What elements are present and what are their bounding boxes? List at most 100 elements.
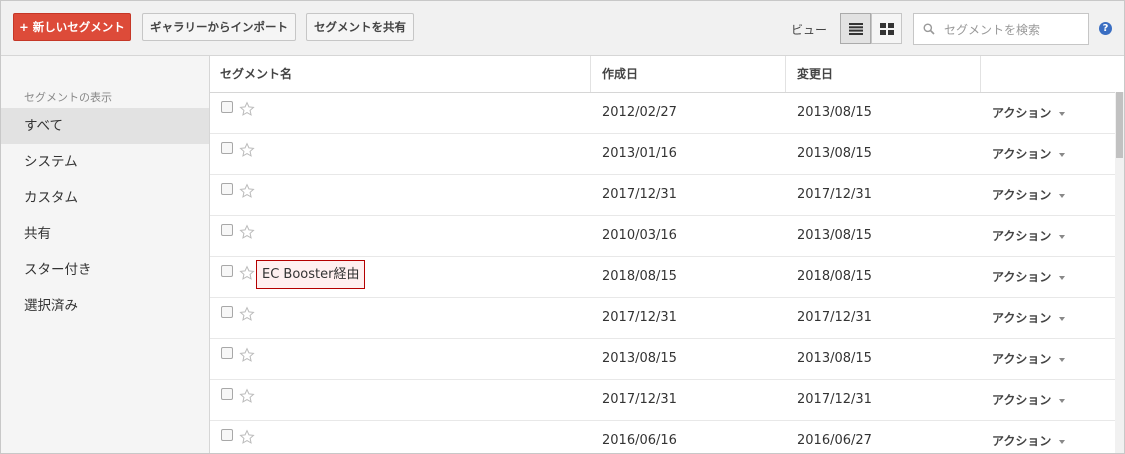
- segment-name-link[interactable]: [256, 383, 266, 412]
- sidebar-item-shared[interactable]: 共有: [1, 216, 209, 252]
- action-dropdown[interactable]: アクション: [992, 134, 1066, 174]
- action-label: アクション: [992, 147, 1052, 161]
- star-icon[interactable]: [239, 388, 255, 404]
- action-label: アクション: [992, 188, 1052, 202]
- star-icon[interactable]: [239, 347, 255, 363]
- created-date: 2018/08/15: [602, 269, 677, 284]
- scrollbar-thumb[interactable]: [1116, 92, 1123, 158]
- action-dropdown[interactable]: アクション: [992, 339, 1066, 379]
- column-header-segment-name[interactable]: セグメント名: [210, 56, 591, 92]
- star-icon[interactable]: [239, 429, 255, 445]
- segment-search-box: [913, 13, 1089, 45]
- segment-name-link[interactable]: [256, 219, 266, 248]
- modified-date: 2013/08/15: [797, 228, 872, 243]
- table-scrollbar[interactable]: [1115, 92, 1124, 453]
- segment-search-input[interactable]: [942, 19, 1086, 41]
- segment-name-link[interactable]: [256, 96, 266, 125]
- table-row: 2010/03/16 2013/08/15 アクション: [210, 216, 1115, 257]
- import-from-gallery-button[interactable]: ギャラリーからインポート: [142, 13, 296, 41]
- action-dropdown[interactable]: アクション: [992, 216, 1066, 256]
- modified-date: 2013/08/15: [797, 146, 872, 161]
- modified-date: 2016/06/27: [797, 433, 872, 448]
- action-dropdown[interactable]: アクション: [992, 380, 1066, 420]
- star-icon[interactable]: [239, 265, 255, 281]
- star-icon[interactable]: [239, 224, 255, 240]
- list-view-button[interactable]: [840, 13, 871, 44]
- created-date: 2013/01/16: [602, 146, 677, 161]
- caret-down-icon: [1059, 193, 1066, 198]
- table-row: 2013/01/16 2013/08/15 アクション: [210, 134, 1115, 175]
- segment-name-link[interactable]: [256, 301, 266, 330]
- list-view-icon: [849, 23, 863, 35]
- caret-down-icon: [1059, 152, 1066, 157]
- sidebar-item-starred[interactable]: スター付き: [1, 252, 209, 288]
- share-segments-button[interactable]: セグメントを共有: [306, 13, 414, 41]
- toolbar: + 新しいセグメント ギャラリーからインポート セグメントを共有 ビュー セグメ…: [1, 1, 1124, 56]
- segment-name-link[interactable]: [256, 424, 266, 453]
- created-date: 2017/12/31: [602, 187, 677, 202]
- created-date: 2013/08/15: [602, 351, 677, 366]
- table-row: 2017/12/31 2017/12/31 アクション: [210, 175, 1115, 216]
- column-header-modified[interactable]: 変更日: [787, 56, 981, 92]
- row-checkbox[interactable]: [221, 265, 233, 277]
- created-date: 2017/12/31: [602, 392, 677, 407]
- created-date: 2012/02/27: [602, 105, 677, 120]
- segments-panel: + 新しいセグメント ギャラリーからインポート セグメントを共有 ビュー セグメ…: [0, 0, 1125, 454]
- table-header: セグメント名 作成日 変更日: [210, 56, 1124, 93]
- action-dropdown[interactable]: アクション: [992, 93, 1066, 133]
- star-icon[interactable]: [239, 306, 255, 322]
- modified-date: 2017/12/31: [797, 310, 872, 325]
- segment-name-link[interactable]: [256, 137, 266, 166]
- modified-date: 2017/12/31: [797, 187, 872, 202]
- search-icon: [923, 23, 935, 35]
- action-dropdown[interactable]: アクション: [992, 257, 1066, 297]
- help-icon[interactable]: ?: [1099, 22, 1112, 35]
- sidebar-item-selected[interactable]: 選択済み: [1, 288, 209, 324]
- modified-date: 2013/08/15: [797, 351, 872, 366]
- sidebar-item-custom[interactable]: カスタム: [1, 180, 209, 216]
- action-dropdown[interactable]: アクション: [992, 175, 1066, 215]
- sidebar-item-system[interactable]: システム: [1, 144, 209, 180]
- row-checkbox[interactable]: [221, 429, 233, 441]
- column-header-actions: [982, 56, 1124, 92]
- star-icon[interactable]: [239, 101, 255, 117]
- star-icon[interactable]: [239, 183, 255, 199]
- action-label: アクション: [992, 270, 1052, 284]
- action-dropdown[interactable]: アクション: [992, 421, 1066, 453]
- grid-view-icon: [880, 23, 894, 35]
- action-label: アクション: [992, 106, 1052, 120]
- table-row: EC Booster経由 2018/08/15 2018/08/15 アクション: [210, 257, 1115, 298]
- action-dropdown[interactable]: アクション: [992, 298, 1066, 338]
- grid-view-button[interactable]: [871, 13, 902, 44]
- caret-down-icon: [1059, 316, 1066, 321]
- view-label: ビュー: [791, 23, 828, 37]
- modified-date: 2017/12/31: [797, 392, 872, 407]
- row-checkbox[interactable]: [221, 388, 233, 400]
- action-label: アクション: [992, 229, 1052, 243]
- row-checkbox[interactable]: [221, 224, 233, 236]
- sidebar-item-all[interactable]: すべて: [1, 108, 209, 144]
- modified-date: 2013/08/15: [797, 105, 872, 120]
- segment-name-link[interactable]: [256, 342, 266, 371]
- star-icon[interactable]: [239, 142, 255, 158]
- segments-table: セグメント名 作成日 変更日 2012/02/27 2013/08/15 アクシ…: [210, 56, 1124, 453]
- action-label: アクション: [992, 393, 1052, 407]
- segment-name-link[interactable]: [256, 178, 266, 207]
- action-label: アクション: [992, 434, 1052, 448]
- action-label: アクション: [992, 352, 1052, 366]
- table-row: 2012/02/27 2013/08/15 アクション: [210, 93, 1115, 134]
- new-segment-button[interactable]: + 新しいセグメント: [13, 13, 131, 41]
- row-checkbox[interactable]: [221, 347, 233, 359]
- caret-down-icon: [1059, 234, 1066, 239]
- row-checkbox[interactable]: [221, 183, 233, 195]
- sidebar: セグメントの表示 すべて システム カスタム 共有 スター付き 選択済み: [1, 56, 210, 453]
- row-checkbox[interactable]: [221, 142, 233, 154]
- column-header-created[interactable]: 作成日: [592, 56, 786, 92]
- created-date: 2010/03/16: [602, 228, 677, 243]
- segment-name-link[interactable]: EC Booster経由: [256, 260, 366, 289]
- row-checkbox[interactable]: [221, 101, 233, 113]
- action-label: アクション: [992, 311, 1052, 325]
- row-checkbox[interactable]: [221, 306, 233, 318]
- table-row: 2016/06/16 2016/06/27 アクション: [210, 421, 1115, 453]
- modified-date: 2018/08/15: [797, 269, 872, 284]
